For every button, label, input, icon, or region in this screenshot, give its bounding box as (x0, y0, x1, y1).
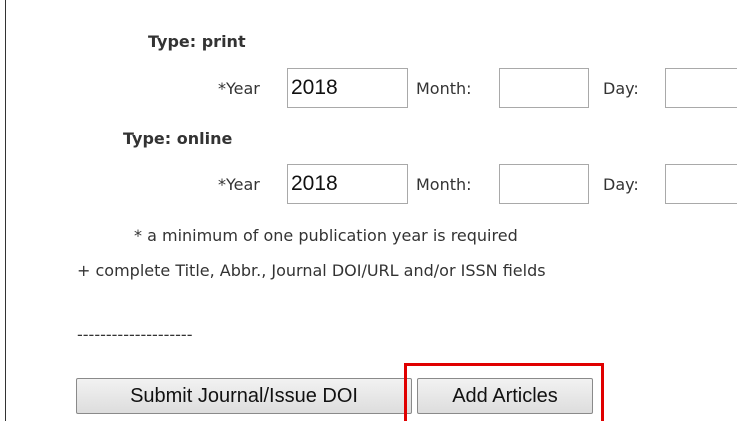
print-month-label: Month: (416, 79, 472, 98)
separator-line: -------------------- (77, 325, 193, 344)
submit-journal-issue-doi-button[interactable]: Submit Journal/Issue DOI (76, 378, 412, 414)
online-day-label: Day: (603, 175, 639, 194)
complete-fields-note: + complete Title, Abbr., Journal DOI/URL… (77, 261, 546, 280)
required-year-note: * a minimum of one publication year is r… (134, 226, 518, 245)
print-year-label: *Year (218, 79, 260, 98)
journal-form-panel: Type: print *Year Month: Day: Type: onli… (5, 0, 737, 421)
print-year-input[interactable] (287, 68, 408, 108)
online-year-label: *Year (218, 175, 260, 194)
online-month-input[interactable] (499, 164, 589, 204)
print-day-input[interactable] (665, 68, 737, 108)
online-year-input[interactable] (287, 164, 408, 204)
online-type-label: Type: online (123, 129, 233, 148)
print-month-input[interactable] (499, 68, 589, 108)
online-month-label: Month: (416, 175, 472, 194)
add-articles-button[interactable]: Add Articles (417, 378, 593, 414)
print-type-label: Type: print (148, 32, 246, 51)
print-day-label: Day: (603, 79, 639, 98)
online-day-input[interactable] (665, 164, 737, 204)
